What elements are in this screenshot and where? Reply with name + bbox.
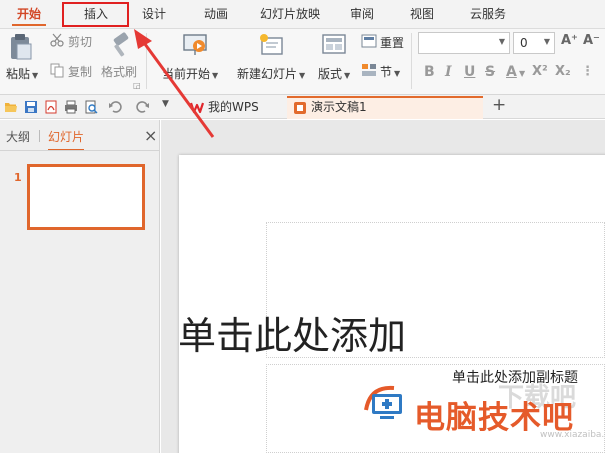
underline-button[interactable]: U: [464, 64, 475, 80]
menu-tab-design[interactable]: 设计: [136, 0, 172, 29]
copy-button[interactable]: 复制: [68, 63, 92, 80]
watermark-logo-icon: [364, 385, 402, 419]
new-slide-button[interactable]: 新建幻灯片 ▼: [237, 65, 305, 82]
font-size-value: 0: [520, 36, 528, 50]
font-name-combobox[interactable]: ▼: [418, 32, 510, 54]
menu-tab-animation[interactable]: 动画: [196, 0, 236, 29]
slide-thumbnail[interactable]: [27, 164, 145, 230]
menu-tab-bar: 开始 插入 设计 动画 幻灯片放映 审阅 视图 云服务: [0, 0, 605, 29]
font-color-button[interactable]: A: [506, 64, 517, 80]
paste-label: 粘贴: [6, 67, 31, 81]
layout-button[interactable]: 版式 ▼: [318, 65, 350, 82]
menu-tab-slideshow[interactable]: 幻灯片放映: [256, 0, 324, 29]
menu-tab-cloud[interactable]: 云服务: [462, 0, 514, 29]
chevron-down-icon[interactable]: ▼: [519, 69, 525, 78]
redo-icon[interactable]: [136, 100, 150, 114]
ribbon-separator: [146, 33, 147, 89]
doc-tab-presentation[interactable]: 演示文稿1: [287, 96, 483, 119]
subscript-button[interactable]: X₂: [555, 64, 571, 79]
wps-presentation-window: 开始 插入 设计 动画 幻灯片放映 审阅 视图 云服务 粘贴 ▼ 剪切 复制 格…: [0, 0, 605, 453]
undo-icon[interactable]: [108, 100, 122, 114]
from-current-slide-button[interactable]: 当前开始 ▼: [162, 65, 218, 82]
save-icon[interactable]: [24, 100, 38, 114]
shrink-font-button[interactable]: A⁻: [583, 33, 600, 48]
cut-button[interactable]: 剪切: [68, 33, 92, 50]
copy-icon: [50, 63, 64, 78]
panel-divider: [0, 150, 160, 151]
wps-logo-icon: [190, 102, 204, 114]
watermark-url: www.xiazaiba.com: [540, 430, 605, 440]
format-painter-icon: [113, 32, 129, 57]
play-from-current-icon: [183, 34, 207, 55]
paste-icon[interactable]: [8, 33, 34, 61]
doc-tab-my-wps-label: 我的WPS: [208, 100, 259, 114]
print-preview-icon[interactable]: [84, 100, 98, 114]
grow-font-button[interactable]: A⁺: [561, 33, 578, 48]
insert-tab-highlight-box: [62, 2, 129, 27]
menu-tab-home[interactable]: 开始: [6, 0, 52, 29]
ribbon-toolbar: 粘贴 ▼ 剪切 复制 格式刷 ◲ 当前开始 ▼ 新建幻灯片 ▼ 版式 ▼ 重置 …: [0, 29, 605, 95]
chevron-down-icon: ▼: [299, 71, 306, 80]
italic-button[interactable]: I: [445, 64, 452, 80]
quick-access-bar: ▼ 我的WPS 演示文稿1 +: [0, 95, 605, 119]
layout-label: 版式: [318, 67, 343, 81]
section-button[interactable]: 节 ▼: [380, 63, 400, 80]
slide-thumbnail-number: 1: [14, 171, 22, 184]
clipboard-expand-icon[interactable]: ◲: [133, 81, 141, 90]
print-icon[interactable]: [64, 100, 78, 114]
doc-tab-my-wps[interactable]: 我的WPS: [184, 96, 278, 119]
section-icon: [362, 64, 376, 76]
new-slide-icon: [260, 34, 283, 55]
new-tab-button[interactable]: +: [492, 95, 506, 115]
superscript-button[interactable]: X²: [532, 64, 548, 79]
tab-divider: [39, 130, 40, 142]
new-slide-label: 新建幻灯片: [237, 67, 298, 81]
strikethrough-button[interactable]: S: [485, 64, 495, 80]
bold-button[interactable]: B: [424, 64, 435, 80]
more-format-icon[interactable]: ⋮: [581, 64, 594, 79]
ribbon-separator: [411, 33, 412, 89]
export-pdf-icon[interactable]: [44, 100, 58, 114]
chevron-down-icon: ▼: [498, 37, 505, 46]
font-size-combobox[interactable]: 0 ▼: [513, 32, 555, 54]
chevron-down-icon: ▼: [32, 71, 39, 80]
chevron-down-icon: ▼: [543, 37, 550, 46]
presentation-doc-icon: [294, 102, 306, 114]
chevron-down-icon: ▼: [344, 71, 351, 80]
reset-button[interactable]: 重置: [380, 34, 404, 51]
close-panel-icon[interactable]: ×: [144, 126, 157, 145]
format-painter-button[interactable]: 格式刷: [101, 63, 137, 80]
layout-icon: [322, 34, 346, 54]
menu-tab-review[interactable]: 审阅: [342, 0, 382, 29]
from-current-label: 当前开始: [162, 67, 211, 81]
chevron-down-icon: ▼: [394, 69, 401, 78]
scissors-icon: [50, 33, 64, 47]
slide-navigation-panel: 大纲 幻灯片 × 1: [0, 120, 160, 453]
menu-tab-view[interactable]: 视图: [402, 0, 442, 29]
quick-access-dropdown-icon[interactable]: ▼: [162, 99, 169, 109]
doc-tab-presentation-label: 演示文稿1: [311, 100, 367, 114]
open-folder-icon[interactable]: [4, 100, 18, 114]
paste-button[interactable]: 粘贴 ▼: [6, 65, 38, 82]
tab-slides[interactable]: 幻灯片: [48, 128, 85, 151]
section-label: 节: [380, 65, 393, 79]
reset-icon: [361, 34, 377, 48]
title-placeholder-text: 单击此处添加: [178, 314, 407, 358]
chevron-down-icon: ▼: [212, 71, 219, 80]
tab-outline[interactable]: 大纲: [6, 128, 30, 145]
